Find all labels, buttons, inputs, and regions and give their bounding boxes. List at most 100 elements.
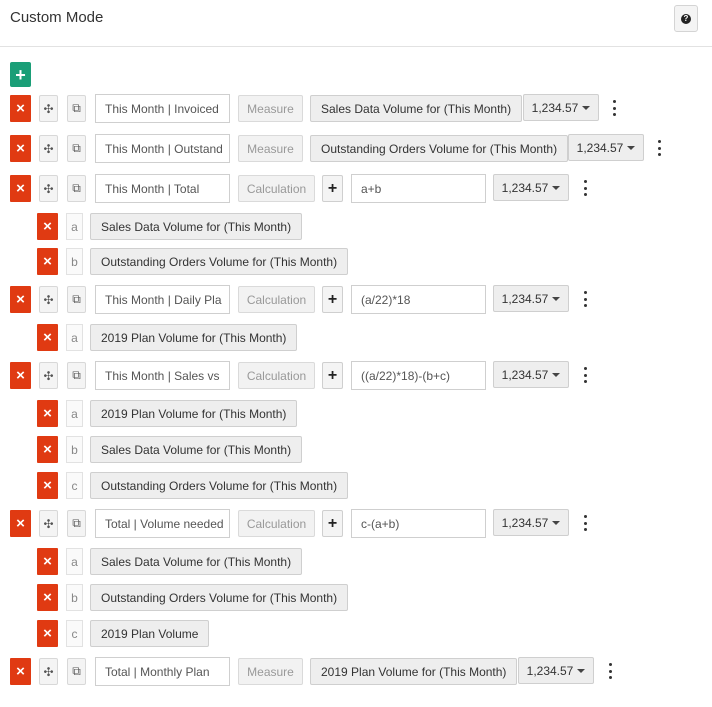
row-name-input[interactable]: This Month | Total bbox=[95, 174, 230, 203]
variable-letter: a bbox=[66, 548, 83, 575]
move-icon[interactable]: ✣ bbox=[39, 510, 58, 537]
delete-icon[interactable]: × bbox=[10, 510, 31, 537]
add-variable-button[interactable]: + bbox=[322, 362, 343, 389]
variable-letter: a bbox=[66, 213, 83, 240]
format-value: 1,234.57 bbox=[501, 180, 549, 195]
row-name-input[interactable]: This Month | Outstand bbox=[95, 134, 230, 163]
delete-icon[interactable]: × bbox=[37, 436, 58, 463]
delete-icon[interactable]: × bbox=[37, 472, 58, 499]
caret-down-icon bbox=[552, 185, 561, 190]
measure-select[interactable]: Outstanding Orders Volume for (This Mont… bbox=[310, 135, 569, 162]
delete-icon[interactable]: × bbox=[10, 175, 31, 202]
variable-letter: b bbox=[66, 436, 83, 463]
more-options-icon[interactable] bbox=[655, 140, 663, 156]
format-dropdown[interactable]: 1,234.57 bbox=[493, 285, 569, 312]
add-variable-button[interactable]: + bbox=[322, 175, 343, 202]
add-variable-button[interactable]: + bbox=[322, 286, 343, 313]
measure-select[interactable]: 2019 Plan Volume for (This Month) bbox=[310, 658, 518, 685]
calculation-row: × ✣ ⧉ Total | Volume needed Calculation … bbox=[0, 506, 712, 542]
delete-icon[interactable]: × bbox=[37, 400, 58, 427]
variable-measure[interactable]: 2019 Plan Volume bbox=[90, 620, 210, 647]
format-value: 1,234.57 bbox=[501, 515, 549, 530]
format-value: 1,234.57 bbox=[501, 367, 549, 382]
row-name-input[interactable]: Total | Volume needed bbox=[95, 509, 230, 538]
add-variable-button[interactable]: + bbox=[322, 510, 343, 537]
variable-measure[interactable]: Outstanding Orders Volume for (This Mont… bbox=[90, 248, 349, 275]
variable-letter: a bbox=[66, 400, 83, 427]
variable-measure[interactable]: Sales Data Volume for (This Month) bbox=[90, 213, 303, 240]
delete-icon[interactable]: × bbox=[10, 95, 31, 122]
more-options-icon[interactable] bbox=[581, 367, 589, 383]
copy-icon[interactable]: ⧉ bbox=[67, 362, 86, 389]
move-icon[interactable]: ✣ bbox=[39, 135, 58, 162]
format-dropdown[interactable]: 1,234.57 bbox=[518, 657, 594, 684]
type-label: Calculation bbox=[238, 362, 315, 389]
copy-icon[interactable]: ⧉ bbox=[67, 510, 86, 537]
variable-letter: b bbox=[66, 248, 83, 275]
variable-measure[interactable]: Sales Data Volume for (This Month) bbox=[90, 436, 303, 463]
page-title: Custom Mode bbox=[10, 9, 104, 26]
measure-row: × ✣ ⧉ Total | Monthly Plan Measure 2019 … bbox=[0, 654, 712, 690]
move-icon[interactable]: ✣ bbox=[39, 362, 58, 389]
delete-icon[interactable]: × bbox=[37, 248, 58, 275]
delete-icon[interactable]: × bbox=[10, 135, 31, 162]
formula-input[interactable]: a+b bbox=[351, 174, 486, 203]
more-options-icon[interactable] bbox=[581, 180, 589, 196]
delete-icon[interactable]: × bbox=[37, 620, 58, 647]
format-value: 1,234.57 bbox=[531, 100, 579, 115]
row-name-input[interactable]: Total | Monthly Plan bbox=[95, 657, 230, 686]
more-options-icon[interactable] bbox=[581, 291, 589, 307]
delete-icon[interactable]: × bbox=[10, 658, 31, 685]
format-dropdown[interactable]: 1,234.57 bbox=[493, 361, 569, 388]
delete-icon[interactable]: × bbox=[10, 362, 31, 389]
add-row-button[interactable]: + bbox=[10, 62, 31, 87]
calculation-row: × ✣ ⧉ This Month | Sales vs Calculation … bbox=[0, 358, 712, 394]
type-label: Calculation bbox=[238, 510, 315, 537]
formula-input[interactable]: ((a/22)*18)-(b+c) bbox=[351, 361, 486, 390]
copy-icon[interactable]: ⧉ bbox=[67, 286, 86, 313]
type-label: Measure bbox=[238, 135, 303, 162]
formula-input[interactable]: (a/22)*18 bbox=[351, 285, 486, 314]
format-dropdown[interactable]: 1,234.57 bbox=[493, 509, 569, 536]
measure-row: × ✣ ⧉ This Month | Invoiced Measure Sale… bbox=[0, 91, 712, 127]
format-dropdown[interactable]: 1,234.57 bbox=[523, 94, 599, 121]
more-options-icon[interactable] bbox=[610, 100, 618, 116]
delete-icon[interactable]: × bbox=[10, 286, 31, 313]
delete-icon[interactable]: × bbox=[37, 548, 58, 575]
copy-icon[interactable]: ⧉ bbox=[67, 175, 86, 202]
measure-row: × ✣ ⧉ This Month | Outstand Measure Outs… bbox=[0, 131, 712, 167]
variable-measure[interactable]: Outstanding Orders Volume for (This Mont… bbox=[90, 584, 349, 611]
variable-row: × a 2019 Plan Volume for (This Month) bbox=[0, 320, 712, 356]
formula-input[interactable]: c-(a+b) bbox=[351, 509, 486, 538]
format-value: 1,234.57 bbox=[526, 663, 574, 678]
calculation-row: × ✣ ⧉ This Month | Total Calculation + a… bbox=[0, 171, 712, 207]
copy-icon[interactable]: ⧉ bbox=[67, 95, 86, 122]
delete-icon[interactable]: × bbox=[37, 213, 58, 240]
variable-measure[interactable]: 2019 Plan Volume for (This Month) bbox=[90, 324, 298, 351]
variable-row: × b Outstanding Orders Volume for (This … bbox=[0, 580, 712, 616]
variable-measure[interactable]: Sales Data Volume for (This Month) bbox=[90, 548, 303, 575]
help-button[interactable]: ? bbox=[674, 5, 698, 32]
caret-down-icon bbox=[552, 520, 561, 525]
caret-down-icon bbox=[577, 668, 586, 673]
delete-icon[interactable]: × bbox=[37, 324, 58, 351]
move-icon[interactable]: ✣ bbox=[39, 286, 58, 313]
more-options-icon[interactable] bbox=[606, 663, 614, 679]
move-icon[interactable]: ✣ bbox=[39, 95, 58, 122]
copy-icon[interactable]: ⧉ bbox=[67, 658, 86, 685]
measure-select[interactable]: Sales Data Volume for (This Month) bbox=[310, 95, 523, 122]
variable-row: × b Outstanding Orders Volume for (This … bbox=[0, 244, 712, 280]
move-icon[interactable]: ✣ bbox=[39, 175, 58, 202]
variable-row: × b Sales Data Volume for (This Month) bbox=[0, 432, 712, 468]
row-name-input[interactable]: This Month | Sales vs bbox=[95, 361, 230, 390]
variable-measure[interactable]: 2019 Plan Volume for (This Month) bbox=[90, 400, 298, 427]
more-options-icon[interactable] bbox=[581, 515, 589, 531]
copy-icon[interactable]: ⧉ bbox=[67, 135, 86, 162]
move-icon[interactable]: ✣ bbox=[39, 658, 58, 685]
format-dropdown[interactable]: 1,234.57 bbox=[568, 134, 644, 161]
format-dropdown[interactable]: 1,234.57 bbox=[493, 174, 569, 201]
variable-measure[interactable]: Outstanding Orders Volume for (This Mont… bbox=[90, 472, 349, 499]
delete-icon[interactable]: × bbox=[37, 584, 58, 611]
row-name-input[interactable]: This Month | Invoiced bbox=[95, 94, 230, 123]
row-name-input[interactable]: This Month | Daily Pla bbox=[95, 285, 230, 314]
